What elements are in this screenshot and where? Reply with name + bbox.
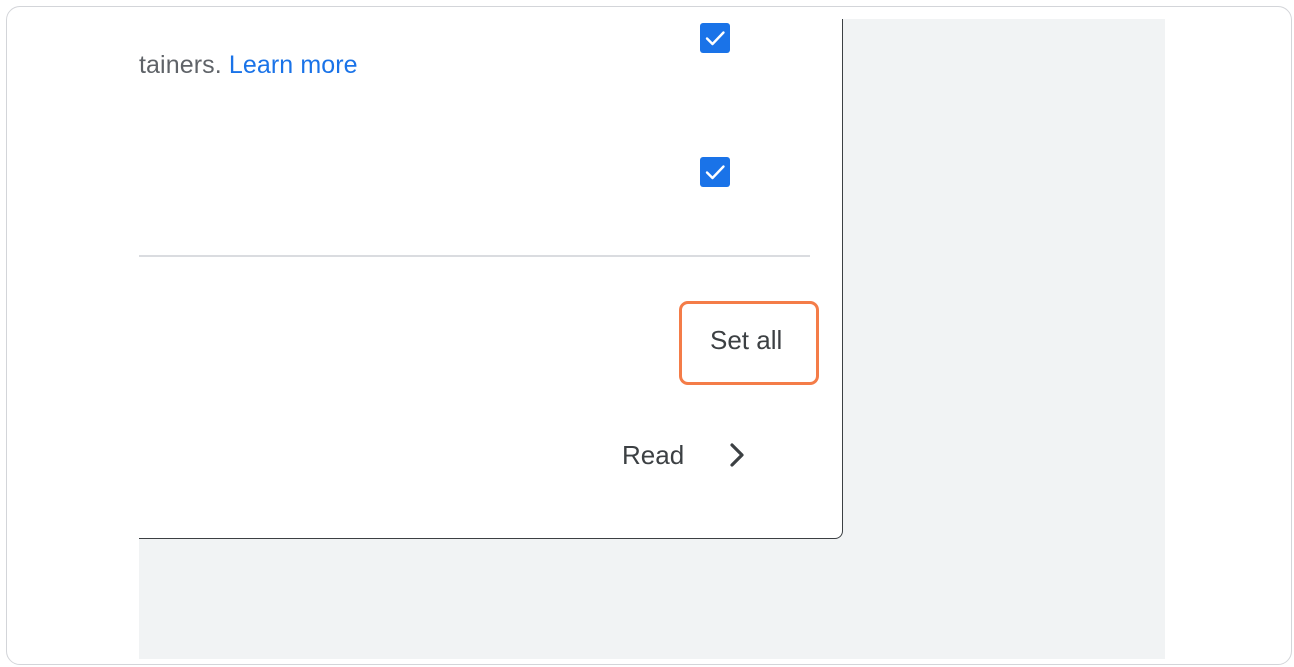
description-text: tainers. [139, 51, 222, 79]
setting-checkbox-2[interactable] [700, 157, 730, 187]
set-all-button[interactable]: Set all [710, 325, 782, 356]
screenshot-frame: tainers. Learn more Set all Read [6, 6, 1292, 665]
chevron-right-icon [730, 443, 744, 467]
check-icon [705, 31, 725, 46]
settings-panel: tainers. Learn more Set all Read [139, 19, 843, 539]
section-divider [139, 255, 810, 257]
check-icon [705, 165, 725, 180]
read-row[interactable]: Read [622, 435, 750, 475]
read-label: Read [622, 439, 685, 470]
setting-checkbox-1[interactable] [700, 23, 730, 53]
setting-description: tainers. Learn more [139, 51, 358, 80]
learn-more-link[interactable]: Learn more [229, 51, 358, 79]
